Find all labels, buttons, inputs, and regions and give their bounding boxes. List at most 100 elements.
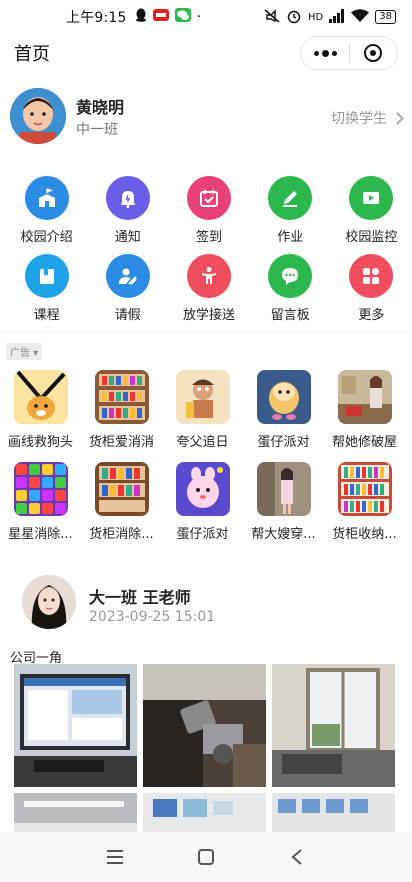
post-author: 大一班 王老师 bbox=[89, 588, 191, 607]
menu-label: 作业 bbox=[277, 230, 304, 245]
page-title: 首页 bbox=[14, 44, 50, 65]
close-miniprogram-button[interactable] bbox=[350, 37, 397, 69]
ad-game-item[interactable]: 货柜消除... bbox=[81, 462, 162, 554]
menu-item-more[interactable]: 更多 bbox=[331, 254, 412, 332]
target-icon bbox=[364, 44, 383, 62]
game-label: 货柜爱消消 bbox=[88, 435, 154, 450]
back-nav-button[interactable] bbox=[277, 837, 317, 877]
post-photo[interactable] bbox=[14, 664, 137, 787]
feature-grid: 校园介绍 通知 签到 作业 校园监控 课程 请假 放学接送 留言板 更多 bbox=[0, 176, 412, 332]
student-card: 黄晓明 中一班 切换学生 bbox=[10, 86, 404, 148]
wechat-icon bbox=[174, 8, 191, 26]
title-bar: 首页 bbox=[0, 34, 412, 72]
menu-item-message-board[interactable]: 留言板 bbox=[250, 254, 331, 332]
post-photo[interactable] bbox=[143, 664, 266, 787]
game-thumbnail bbox=[256, 370, 311, 424]
game-label: 货柜收纳... bbox=[332, 527, 397, 542]
mute-icon bbox=[264, 8, 280, 26]
menu-label: 校园介绍 bbox=[20, 230, 73, 245]
ad-game-item[interactable]: 帮她修破屋 bbox=[324, 370, 405, 462]
ad-games: 画线救狗头 货柜爱消消 夸父追日 蛋仔派对 帮她修破屋 星星消除... 货柜消除… bbox=[0, 370, 412, 554]
menu-item-checkin[interactable]: 签到 bbox=[168, 176, 249, 254]
game-label: 画线救狗头 bbox=[7, 435, 73, 450]
menu-item-courses[interactable]: 课程 bbox=[6, 254, 87, 332]
menu-label: 课程 bbox=[33, 308, 60, 323]
ad-game-item[interactable]: 画线救狗头 bbox=[0, 370, 81, 462]
student-avatar[interactable] bbox=[10, 88, 66, 144]
ad-tag[interactable]: 广告 ▾ bbox=[6, 343, 43, 360]
ad-tag-label: 广告 bbox=[10, 348, 30, 359]
ad-game-item[interactable]: 蛋仔派对 bbox=[162, 462, 243, 554]
game-label: 货柜消除... bbox=[89, 527, 154, 542]
back-icon bbox=[291, 849, 302, 865]
menu-item-pickup[interactable]: 放学接送 bbox=[168, 254, 249, 332]
status-time: 上午9:15 bbox=[66, 10, 127, 26]
bell-icon bbox=[105, 176, 150, 220]
game-label: 蛋仔派对 bbox=[257, 435, 310, 450]
student-class: 中一班 bbox=[76, 122, 118, 138]
qq-icon bbox=[135, 8, 147, 26]
post-time: 2023-09-25 15:01 bbox=[89, 609, 216, 625]
ad-game-item[interactable]: 星星消除... bbox=[0, 462, 81, 554]
grid-icon bbox=[349, 254, 394, 298]
menu-item-campus-monitor[interactable]: 校园监控 bbox=[331, 176, 412, 254]
menu-label: 留言板 bbox=[270, 308, 310, 323]
game-thumbnail bbox=[337, 462, 392, 516]
game-label: 蛋仔派对 bbox=[176, 527, 229, 542]
menu-item-leave[interactable]: 请假 bbox=[87, 254, 168, 332]
game-label: 星星消除... bbox=[8, 527, 73, 542]
post-header: 大一班 王老师 2023-09-25 15:01 bbox=[22, 575, 402, 631]
menu-label: 更多 bbox=[358, 308, 385, 323]
status-right: HD 38 bbox=[264, 8, 396, 27]
game-label: 夸父追日 bbox=[176, 435, 229, 450]
school-icon bbox=[24, 176, 69, 220]
game-thumbnail bbox=[94, 370, 149, 424]
game-thumbnail bbox=[94, 462, 149, 516]
game-thumbnail bbox=[256, 462, 311, 516]
status-bar: 上午9:15 · HD 38 bbox=[0, 0, 412, 34]
post-photo[interactable] bbox=[272, 664, 395, 787]
system-nav-bar bbox=[0, 832, 412, 882]
ad-game-item[interactable]: 帮大嫂穿... bbox=[243, 462, 324, 554]
menu-icon bbox=[107, 850, 124, 864]
chevron-right-icon bbox=[391, 111, 404, 125]
chat-icon bbox=[268, 254, 313, 298]
wifi-icon bbox=[351, 8, 370, 26]
more-options-button[interactable] bbox=[301, 37, 349, 69]
game-thumbnail bbox=[13, 462, 68, 516]
ad-game-item[interactable]: 蛋仔派对 bbox=[243, 370, 324, 462]
menu-label: 通知 bbox=[114, 230, 141, 245]
ad-game-item[interactable]: 夸父追日 bbox=[162, 370, 243, 462]
game-thumbnail bbox=[337, 370, 392, 424]
menu-label: 请假 bbox=[114, 308, 141, 323]
section-divider bbox=[0, 332, 412, 333]
miniprogram-capsule bbox=[300, 36, 398, 70]
student-name: 黄晓明 bbox=[76, 98, 125, 117]
switch-student-button[interactable]: 切换学生 bbox=[331, 108, 404, 128]
ad-game-item[interactable]: 货柜爱消消 bbox=[81, 370, 162, 462]
menu-label: 放学接送 bbox=[183, 308, 236, 323]
person-icon bbox=[187, 254, 231, 298]
teacher-avatar[interactable] bbox=[22, 575, 76, 629]
alarm-icon bbox=[286, 8, 302, 27]
home-square-icon bbox=[197, 849, 214, 865]
battery-indicator: 38 bbox=[375, 10, 396, 24]
menu-label: 签到 bbox=[196, 230, 223, 245]
switch-student-label: 切换学生 bbox=[331, 111, 387, 127]
game-thumbnail bbox=[13, 370, 68, 424]
game-thumbnail bbox=[175, 462, 230, 516]
menu-item-notice[interactable]: 通知 bbox=[87, 176, 168, 254]
game-thumbnail bbox=[175, 370, 230, 424]
pencil-icon bbox=[268, 176, 313, 220]
menu-item-campus-intro[interactable]: 校园介绍 bbox=[6, 176, 87, 254]
ad-game-item[interactable]: 货柜收纳... bbox=[324, 462, 405, 554]
menu-nav-button[interactable] bbox=[95, 837, 135, 877]
signal-hd-label: HD bbox=[308, 11, 324, 23]
game-label: 帮她修破屋 bbox=[331, 435, 397, 450]
signal-icon bbox=[329, 8, 345, 26]
book-icon bbox=[24, 254, 69, 298]
status-dot: · bbox=[196, 9, 202, 25]
calendar-check-icon bbox=[187, 176, 231, 220]
home-nav-button[interactable] bbox=[186, 837, 226, 877]
menu-item-homework[interactable]: 作业 bbox=[250, 176, 331, 254]
